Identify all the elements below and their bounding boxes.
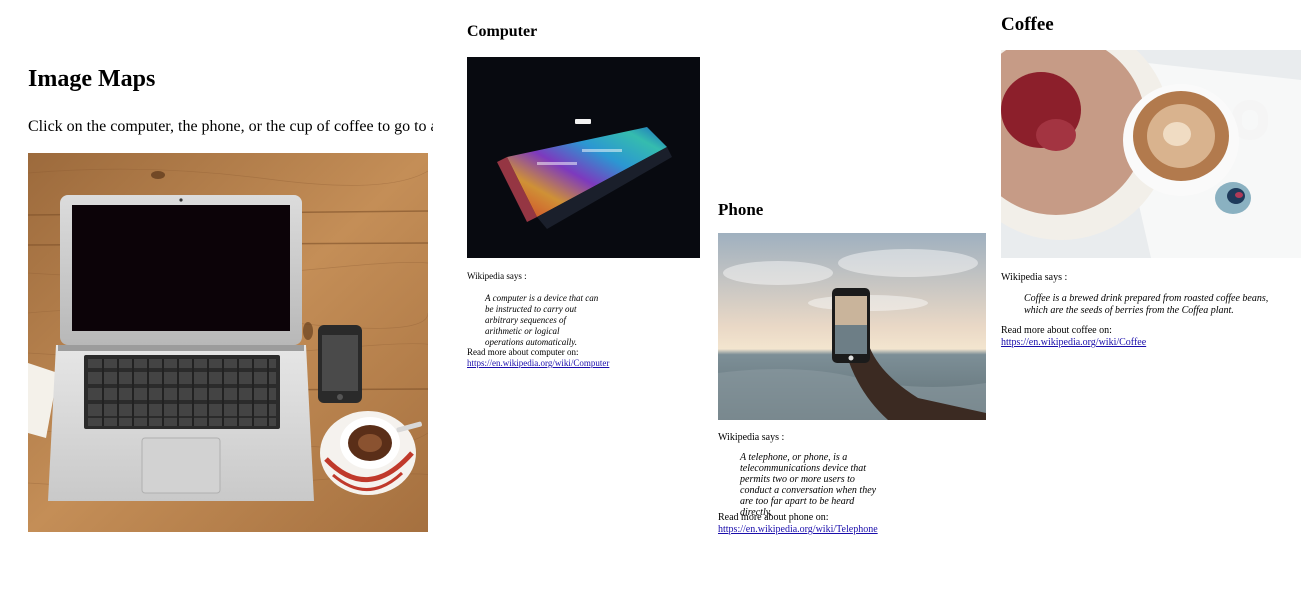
computer-quote: A computer is a device that can be instr… (485, 293, 599, 347)
coffee-photo (951, 20, 1301, 258)
coffee-read-more: Read more about coffee on: https://en.wi… (1001, 325, 1146, 349)
phone-wikipedia-says: Wikipedia says : (718, 432, 785, 443)
phone-wiki-link[interactable]: https://en.wikipedia.org/wiki/Telephone (718, 524, 878, 535)
workplace-image-map[interactable] (28, 153, 428, 532)
workplace-image (28, 153, 428, 532)
phone-quote: A telephone, or phone, is a telecommunic… (740, 452, 877, 518)
coffee-read-more-label: Read more about coffee on: (1001, 325, 1112, 336)
coffee-quote: Coffee is a brewed drink prepared from r… (1024, 293, 1269, 316)
page-title: Image Maps (28, 66, 156, 92)
computer-wiki-link[interactable]: https://en.wikipedia.org/wiki/Computer (467, 358, 609, 368)
phone-page-title: Phone (718, 200, 764, 219)
computer-read-more-label: Read more about computer on: (467, 347, 579, 357)
coffee-wikipedia-says: Wikipedia says : (1001, 272, 1068, 283)
computer-wikipedia-says: Wikipedia says : (467, 271, 527, 281)
phone-read-more: Read more about phone on: https://en.wik… (718, 512, 878, 536)
coffee-page-title: Coffee (1001, 14, 1054, 35)
phone-read-more-label: Read more about phone on: (718, 512, 829, 523)
computer-photo (467, 57, 700, 258)
intro-text: Click on the computer, the phone, or the… (28, 118, 433, 135)
phone-photo (718, 233, 986, 420)
coffee-wiki-link[interactable]: https://en.wikipedia.org/wiki/Coffee (1001, 337, 1146, 348)
computer-read-more: Read more about computer on: https://en.… (467, 347, 609, 369)
computer-page-title: Computer (467, 23, 538, 40)
